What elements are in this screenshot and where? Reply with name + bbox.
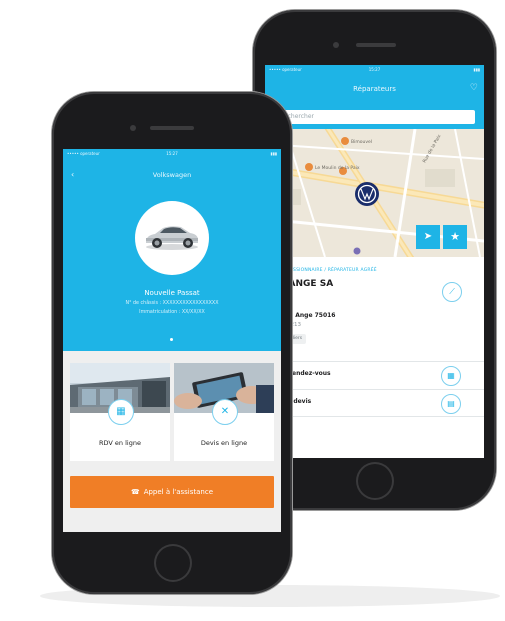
dealer-info-panel: CONCESSIONNAIRE / RÉPARATEUR AGRÉÉ HEL A… [265,257,484,458]
speaker-grille [356,43,396,47]
page-title: Volkswagen [152,171,192,179]
vehicle-home-screen: ••••• operateur 15:27 ▮▮▮ ‹ Volkswagen N… [63,149,281,532]
status-time: 15:27 [368,67,381,72]
battery-icon: ▮▮▮ [270,151,277,156]
status-bar: ••••• operateur 15:27 ▮▮▮ [63,149,281,159]
tile-label: RDV en ligne [99,439,141,447]
map-poi-label: Bimouvel [351,139,372,145]
favorites-icon[interactable]: ♡ [470,83,478,93]
status-time: 15:27 [166,151,178,156]
document-icon: ▤ [441,394,461,414]
call-assistance-button[interactable]: ☎ Appel à l'assistance [70,476,274,508]
speaker-grille [150,126,194,130]
online-appointment-tile[interactable]: ▦ RDV en ligne [70,363,170,461]
vehicle-header: ••••• operateur 15:27 ▮▮▮ ‹ Volkswagen N… [63,149,281,351]
vehicle-vin: N° de châssis : XXXXXXXXXXXXXXXXX [125,301,219,306]
favorite-star-button[interactable]: ★ [443,225,467,249]
screen-header: ••••• operateur 15:27 ▮▮▮ Réparateurs ♡ … [265,65,484,129]
car-phone-icon: ☎ [130,488,140,496]
calendar-icon: ▦ [441,366,461,386]
map-poi-label: Le Moulin de la Paix [315,165,360,171]
map-street-label: Rue de la Paix [422,133,443,164]
front-camera [130,125,136,131]
vehicle-model: Nouvelle Passat [144,289,200,297]
online-quote-tile[interactable]: ✕ Devis en ligne [174,363,274,461]
status-bar: ••••• operateur 15:27 ▮▮▮ [265,65,484,75]
home-button[interactable] [154,544,192,582]
request-quote-row[interactable]: nder un devis ▤ [265,389,484,417]
directions-icon[interactable]: ⟋ [442,282,462,302]
book-appointment-row[interactable]: dre un rendez-vous ▦ [265,361,484,389]
calendar-icon: ▦ [108,399,134,425]
vehicle-avatar [135,201,209,275]
search-input[interactable]: Rechercher [272,110,475,124]
battery-icon: ▮▮▮ [473,67,480,72]
page-title: Réparateurs [353,85,396,93]
locate-me-button[interactable]: ➤ [416,225,440,249]
front-camera [333,42,339,48]
page-indicator [170,338,173,341]
tools-icon: ✕ [212,399,238,425]
front-phone-device: ••••• operateur 15:27 ▮▮▮ ‹ Volkswagen N… [52,92,292,594]
car-image [146,226,198,250]
services-area: ▦ RDV en ligne ✕ Devis en ligne ☎ Appel à… [63,351,281,532]
dealer-map-screen: ••••• operateur 15:27 ▮▮▮ Réparateurs ♡ … [265,65,484,458]
vehicle-registration: Immatriculation : XX/XX/XX [139,310,205,315]
home-button[interactable] [356,462,394,500]
tile-label: Devis en ligne [200,439,248,447]
assistance-label: Appel à l'assistance [143,488,214,496]
